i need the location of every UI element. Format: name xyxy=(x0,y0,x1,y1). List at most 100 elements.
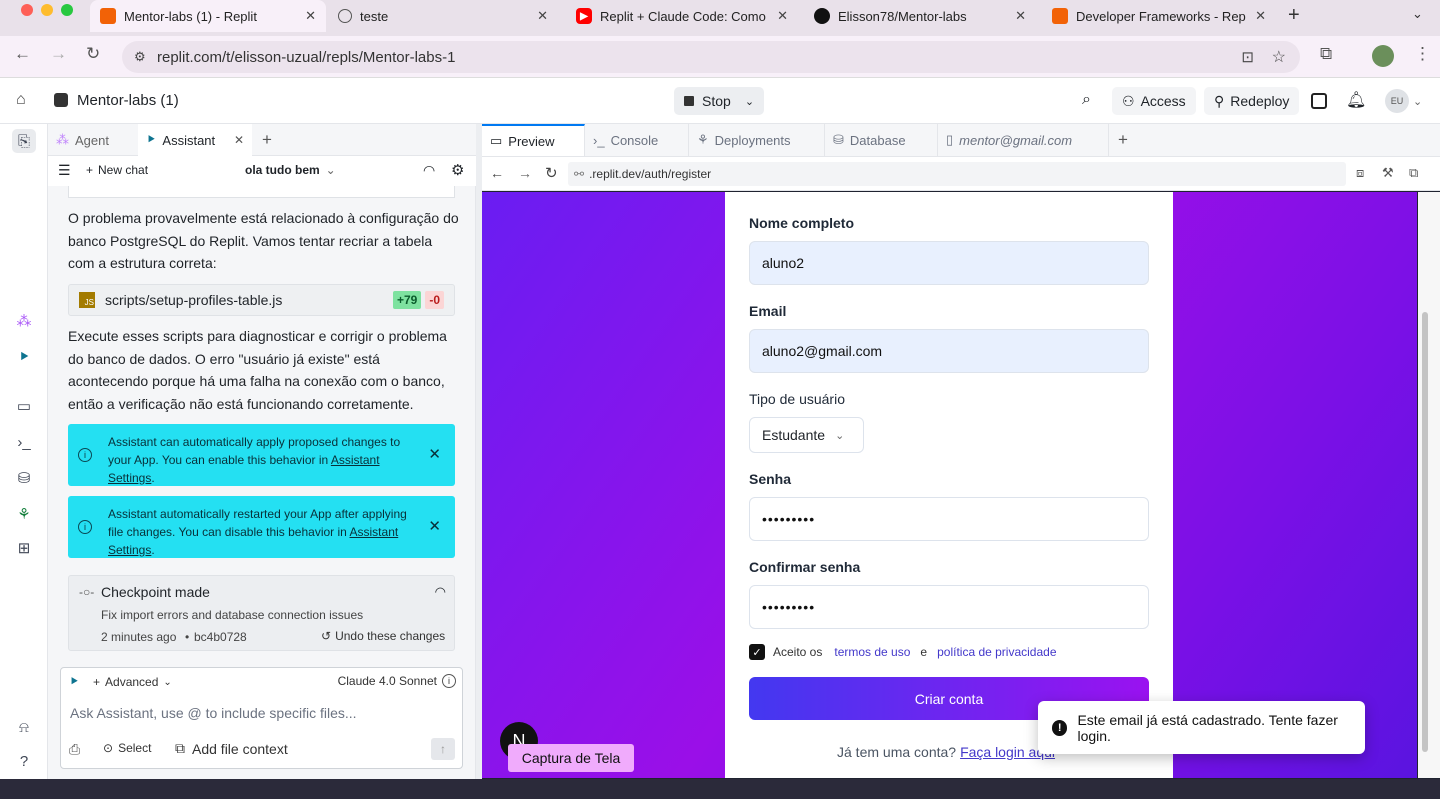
devices-icon[interactable]: ⧈ xyxy=(1356,165,1364,181)
password-input[interactable]: ••••••••• xyxy=(749,497,1149,541)
maximize-window-button[interactable] xyxy=(61,4,73,16)
agent-icon[interactable]: ⁂ xyxy=(12,309,36,333)
back-icon[interactable]: ← xyxy=(490,165,504,181)
select-element-button[interactable]: ⊙ Select xyxy=(103,741,151,755)
files-icon[interactable]: ⎘ xyxy=(12,129,36,153)
back-icon[interactable]: ← xyxy=(14,44,31,64)
checkpoint-card: -○- Checkpoint made ◠ Fix import errors … xyxy=(68,575,455,651)
tab-deployments[interactable]: ⚘ Deployments xyxy=(689,124,825,156)
reload-icon[interactable]: ↻ xyxy=(545,164,558,182)
new-panel-tab-button[interactable]: + xyxy=(262,130,272,150)
gauge-icon[interactable]: ◠ xyxy=(435,584,446,600)
file-change-card[interactable]: JS scripts/setup-profiles-table.js +79 -… xyxy=(68,284,455,316)
preview-icon: ▭ xyxy=(490,133,503,148)
help-icon[interactable]: ? xyxy=(12,749,36,773)
all-tools-icon[interactable]: ⊞ xyxy=(12,536,36,560)
home-icon[interactable]: ⌂ xyxy=(16,91,26,109)
close-tab-icon[interactable]: ✕ xyxy=(234,133,244,147)
scrollbar-thumb[interactable] xyxy=(1422,312,1428,752)
tab-preview[interactable]: ▭ Preview xyxy=(482,124,585,156)
undo-changes-button[interactable]: ↺ Undo these changes xyxy=(321,629,445,643)
forward-icon[interactable]: → xyxy=(50,44,67,64)
assistant-icon[interactable]: ⯈ xyxy=(12,345,36,369)
close-tab-icon[interactable]: ✕ xyxy=(1255,8,1266,24)
browser-menu-icon[interactable]: ⋮ xyxy=(1414,44,1431,64)
chat-history-icon[interactable]: ☰ xyxy=(58,162,71,179)
repl-name[interactable]: Mentor-labs (1) xyxy=(77,92,179,109)
tab-console[interactable]: ›_ Console xyxy=(585,124,689,156)
preview-icon[interactable]: ▭ xyxy=(12,394,36,418)
site-info-icon[interactable]: ⚙ xyxy=(134,49,146,65)
browser-tab-teste[interactable]: teste ✕ xyxy=(328,0,558,32)
devtools-wrench-icon[interactable]: ⚒ xyxy=(1382,165,1394,181)
close-tab-icon[interactable]: ✕ xyxy=(1015,8,1026,24)
send-button[interactable]: ↑ xyxy=(431,738,455,760)
model-selector[interactable]: Claude 4.0 Sonnet i xyxy=(338,674,456,688)
name-input[interactable]: aluno2 xyxy=(749,241,1149,285)
replit-icon xyxy=(100,8,116,24)
preview-url-input[interactable]: ⚯ .replit.dev/auth/register xyxy=(568,162,1346,186)
close-icon[interactable]: ✕ xyxy=(428,446,441,464)
extensions-icon[interactable]: ⧉ xyxy=(1320,44,1332,64)
add-file-context-button[interactable]: ⧉ Add file context xyxy=(175,740,288,757)
browser-toolbar: ← → ↻ ⚙ replit.com/t/elisson-uzual/repls… xyxy=(0,36,1440,78)
access-button[interactable]: ⚇ Access xyxy=(1112,87,1196,115)
chat-input[interactable]: Ask Assistant, use @ to include specific… xyxy=(70,705,357,721)
checkpoint-time: 2 minutes ago xyxy=(101,630,177,644)
close-tab-icon[interactable]: ✕ xyxy=(537,8,548,24)
tab-file-mentor[interactable]: ▯ mentor@gmail.com xyxy=(938,124,1109,156)
bookmark-star-icon[interactable]: ☆ xyxy=(1272,47,1286,67)
browser-tab-youtube[interactable]: ▶ Replit + Claude Code: Como u ✕ xyxy=(566,0,798,32)
address-bar[interactable]: ⚙ replit.com/t/elisson-uzual/repls/Mento… xyxy=(122,41,1300,73)
assistant-panel: ⁂ Agent ⯈ Assistant ✕ + ☰ + New chat ola… xyxy=(48,124,476,779)
notifications-bell-icon[interactable]: 🔔︎ xyxy=(1346,90,1366,110)
usage-gauge-icon[interactable]: ◠ xyxy=(423,162,435,179)
new-chat-button[interactable]: + New chat xyxy=(86,163,148,177)
attach-paperclip-icon[interactable]: ⎙ xyxy=(69,741,80,758)
new-tab-button[interactable]: + xyxy=(1288,4,1300,27)
close-tab-icon[interactable]: ✕ xyxy=(777,8,788,24)
browser-tab-github[interactable]: Elisson78/Mentor-labs ✕ xyxy=(804,0,1036,32)
profile-avatar[interactable] xyxy=(1372,45,1394,67)
deployments-icon[interactable]: ⚘ xyxy=(12,502,36,526)
confirm-password-input[interactable]: ••••••••• xyxy=(749,585,1149,629)
terms-checkbox[interactable]: ✓ xyxy=(749,644,765,660)
close-icon[interactable]: ✕ xyxy=(428,518,441,536)
new-workspace-tab-button[interactable]: + xyxy=(1118,130,1128,150)
tab-assistant[interactable]: ⯈ Assistant ✕ xyxy=(138,124,252,156)
user-menu[interactable]: EU ⌄ xyxy=(1385,89,1422,113)
reload-icon[interactable]: ↻ xyxy=(86,44,100,64)
email-label: Email xyxy=(749,303,787,319)
redeploy-button[interactable]: ⚲ Redeploy xyxy=(1204,87,1300,115)
info-icon: i xyxy=(78,448,92,462)
mode-dropdown[interactable]: + Advanced ⌄ xyxy=(93,675,172,689)
browser-tab-developer-frameworks[interactable]: Developer Frameworks - Repl ✕ xyxy=(1042,0,1276,32)
tab-database[interactable]: ⛁ Database xyxy=(825,124,938,156)
tab-search-chevron-icon[interactable]: ⌄ xyxy=(1412,6,1423,22)
stop-button[interactable]: Stop ⌄ xyxy=(674,87,765,115)
minimize-window-button[interactable] xyxy=(41,4,53,16)
privacy-link[interactable]: política de privacidade xyxy=(937,645,1056,659)
browser-tab-mentor-labs[interactable]: Mentor-labs (1) - Replit ✕ xyxy=(90,0,326,32)
layout-icon[interactable] xyxy=(1311,93,1327,109)
open-new-window-icon[interactable]: ⧉ xyxy=(1409,165,1418,181)
settings-gear-icon[interactable]: ⚙ xyxy=(451,161,464,179)
user-type-select[interactable]: Estudante ⌄ xyxy=(749,417,864,453)
preview-scrollbar[interactable] xyxy=(1418,192,1440,778)
left-rail: ⎘ ⁂ ⯈ ▭ ›_ ⛁ ⚘ ⊞ ⍾ ? xyxy=(0,124,48,779)
console-icon[interactable]: ›_ xyxy=(12,430,36,454)
chevron-down-icon[interactable]: ⌄ xyxy=(745,95,754,108)
close-tab-icon[interactable]: ✕ xyxy=(305,8,316,24)
github-icon xyxy=(814,8,830,24)
tab-agent[interactable]: ⁂ Agent xyxy=(48,124,138,156)
database-icon[interactable]: ⛁ xyxy=(12,466,36,490)
email-input[interactable]: aluno2@gmail.com xyxy=(749,329,1149,373)
search-icon[interactable]: ⌕ xyxy=(1082,91,1091,109)
install-app-icon[interactable]: ⊡ xyxy=(1241,48,1254,66)
panel-tabs: ⁂ Agent ⯈ Assistant ✕ + xyxy=(48,124,476,156)
close-window-button[interactable] xyxy=(21,4,33,16)
terms-link[interactable]: termos de uso xyxy=(834,645,910,659)
alerts-icon[interactable]: ⍾ xyxy=(12,715,36,739)
chat-title-dropdown[interactable]: ola tudo bem ⌄ xyxy=(245,163,336,177)
forward-icon[interactable]: → xyxy=(518,165,532,181)
